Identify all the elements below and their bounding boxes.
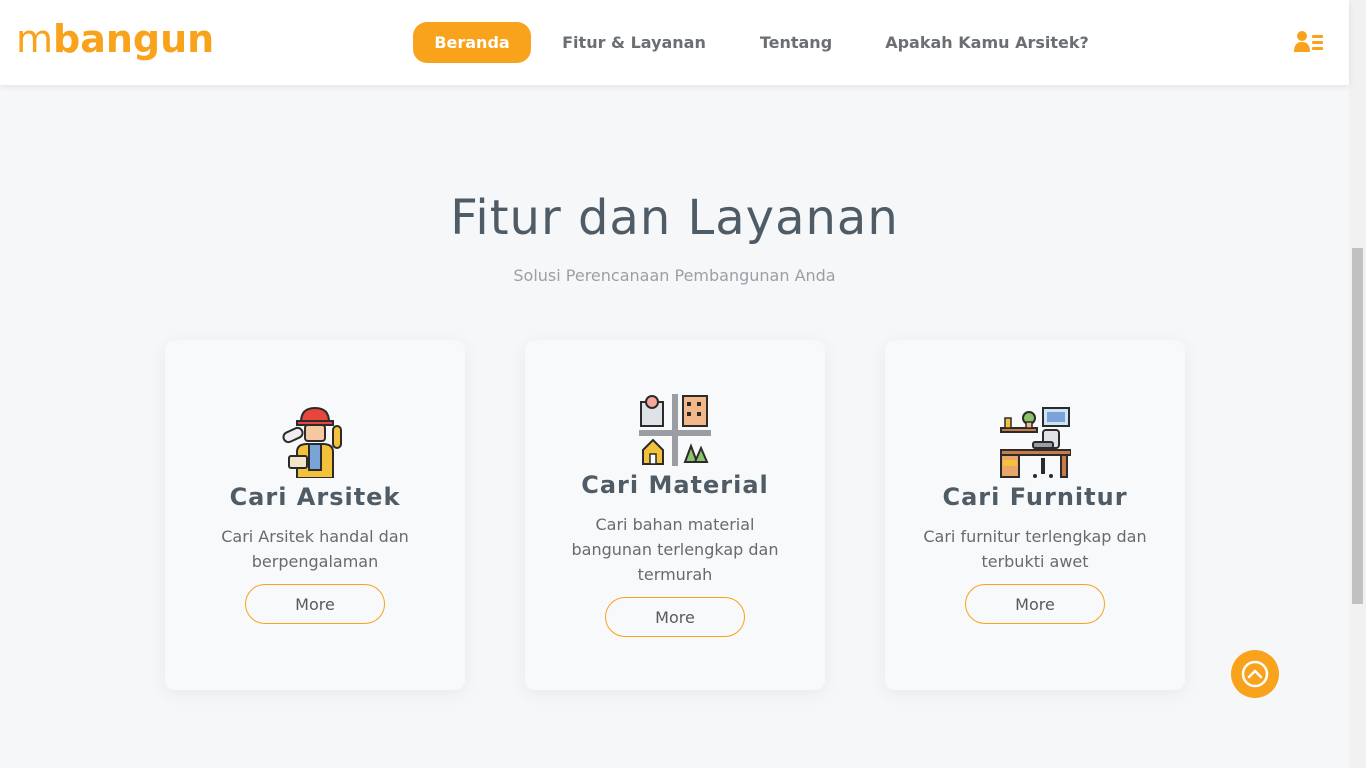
card-description: Cari furnitur terlengkap dan terbukti aw… <box>923 527 1147 571</box>
user-list-icon[interactable] <box>1294 30 1324 54</box>
more-button-material[interactable]: More <box>605 597 745 637</box>
more-button-arsitek[interactable]: More <box>245 584 385 624</box>
card-title: Cari Material <box>581 471 769 499</box>
mbangun-logo[interactable]: mbangun <box>16 14 214 64</box>
back-to-top-button[interactable] <box>1231 650 1279 698</box>
chevron-up-icon <box>1241 660 1269 688</box>
section-subtitle: Solusi Perencanaan Pembangunan Anda <box>513 266 836 285</box>
section-title: Fitur dan Layanan <box>450 190 899 246</box>
card-title: Cari Furnitur <box>942 483 1128 511</box>
nav-apakah-kamu-arsitek[interactable]: Apakah Kamu Arsitek? <box>884 22 1090 63</box>
more-button-furnitur[interactable]: More <box>965 584 1105 624</box>
card-description: Cari bahan material bangunan terlengkap … <box>571 515 779 584</box>
furniture-desk-icon <box>999 406 1072 478</box>
card-cari-arsitek: Cari Arsitek Cari Arsitek handal dan ber… <box>165 340 465 690</box>
scrollbar-thumb[interactable] <box>1352 248 1363 604</box>
city-map-icon <box>639 394 711 466</box>
top-navbar: mbangun Beranda Fitur & Layanan Tentang … <box>0 0 1349 85</box>
card-description: Cari Arsitek handal dan berpengalaman <box>221 527 409 571</box>
architect-worker-icon <box>279 406 351 479</box>
nav-beranda[interactable]: Beranda <box>413 22 531 63</box>
nav-fitur-layanan[interactable]: Fitur & Layanan <box>560 22 708 63</box>
card-title: Cari Arsitek <box>229 483 401 511</box>
nav-tentang[interactable]: Tentang <box>750 22 842 63</box>
card-cari-material: Cari Material Cari bahan material bangun… <box>525 340 825 690</box>
card-cari-furnitur: Cari Furnitur Cari furnitur terlengkap d… <box>885 340 1185 690</box>
